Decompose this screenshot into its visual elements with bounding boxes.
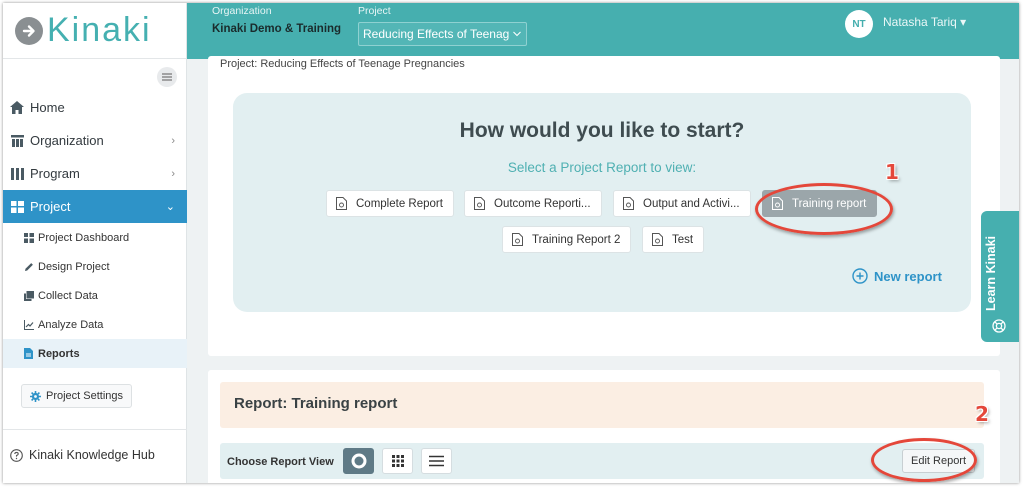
sidebar-item-program[interactable]: Program ›: [3, 157, 187, 190]
grid-icon: [391, 455, 404, 467]
home-icon: [10, 101, 24, 115]
report-button-complete[interactable]: Complete Report: [326, 190, 454, 217]
report-button-training-report-2[interactable]: Training Report 2: [502, 226, 632, 253]
sidebar-subitem-label: Design Project: [38, 260, 110, 273]
report-file-icon: [512, 233, 523, 246]
project-select[interactable]: Reducing Effects of Teenag: [358, 22, 527, 46]
learn-kinaki-tab[interactable]: Learn Kinaki: [981, 211, 1019, 342]
view-grid-button[interactable]: [382, 448, 413, 474]
report-button-test[interactable]: Test: [642, 226, 705, 253]
report-file-icon: [336, 197, 347, 210]
chevron-right-icon: ›: [171, 167, 175, 180]
report-button-output-activities[interactable]: Output and Activi...: [613, 190, 751, 217]
sidebar-subitem-label: Collect Data: [38, 289, 98, 302]
sidebar-item-label: Program: [30, 166, 80, 181]
project-settings-label: Project Settings: [46, 390, 124, 402]
annotation-ellipse-1: [755, 183, 893, 235]
report-file-icon: [652, 233, 663, 246]
knowledge-hub-link[interactable]: Kinaki Knowledge Hub: [10, 448, 155, 462]
new-report-label: New report: [874, 268, 942, 284]
menu-icon: [162, 73, 172, 81]
sidebar-subitem-analyze-data[interactable]: Analyze Data: [3, 310, 187, 339]
view-list-button[interactable]: [421, 448, 452, 474]
dashboard-icon: [23, 232, 34, 243]
sidebar-item-organization[interactable]: Organization ›: [3, 124, 187, 157]
chart-icon: [23, 319, 34, 330]
sidebar-subitem-label: Analyze Data: [38, 318, 104, 331]
sidebar-item-project[interactable]: Project ⌄: [3, 190, 187, 223]
report-file-icon: [474, 197, 485, 210]
report-file-icon: [623, 197, 634, 210]
logo[interactable]: Kinaki: [3, 3, 186, 59]
new-report-button[interactable]: New report: [852, 268, 942, 284]
help-circle-icon: [10, 448, 23, 462]
sidebar-subitem-project-dashboard[interactable]: Project Dashboard: [3, 223, 187, 252]
breadcrumb: Project: Reducing Effects of Teenage Pre…: [220, 58, 465, 70]
top-header: Organization Kinaki Demo & Training Proj…: [187, 3, 1019, 59]
report-button-label: Complete Report: [356, 197, 443, 210]
annotation-number-2: 2: [975, 402, 989, 426]
lifebuoy-icon: [992, 319, 1006, 333]
chevron-down-icon: ⌄: [165, 201, 175, 213]
report-button-outcome[interactable]: Outcome Reporti...: [464, 190, 602, 217]
start-title: How would you like to start?: [459, 119, 745, 142]
chevron-right-icon: ›: [171, 134, 175, 147]
user-menu[interactable]: Natasha Tariq ▾: [883, 15, 966, 29]
view-label: Choose Report View: [227, 456, 334, 468]
program-icon: [10, 167, 24, 181]
start-subtitle: Select a Project Report to view:: [507, 160, 697, 175]
project-select-value: Reducing Effects of Teenag: [363, 27, 510, 41]
report-button-label: Output and Activi...: [643, 197, 740, 210]
organization-label: Organization: [212, 5, 272, 17]
sidebar-item-label: Home: [30, 100, 65, 115]
annotation-ellipse-2: [871, 438, 977, 482]
knowledge-hub-label: Kinaki Knowledge Hub: [29, 448, 155, 462]
report-button-label: Outcome Reporti...: [494, 197, 591, 210]
sidebar-subitem-collect-data[interactable]: Collect Data: [3, 281, 187, 310]
sidebar-divider: [3, 429, 187, 430]
project-label: Project: [358, 5, 391, 17]
report-button-label: Training Report 2: [532, 233, 621, 246]
project-icon: [10, 200, 24, 214]
sidebar: Kinaki Home Organization › Program › Pro…: [3, 3, 187, 483]
logo-arrow-icon: [15, 16, 43, 45]
sidebar-subitem-label: Reports: [38, 347, 80, 360]
sidebar-item-label: Project: [30, 199, 71, 214]
report-view-bar: Choose Report View Edit Report: [220, 443, 984, 479]
gear-icon: [30, 390, 41, 402]
organization-name[interactable]: Kinaki Demo & Training: [212, 23, 341, 35]
view-circle-button[interactable]: [343, 448, 374, 474]
report-icon: [23, 348, 34, 359]
learn-kinaki-label: Learn Kinaki: [984, 235, 998, 311]
chevron-down-icon: [513, 31, 522, 37]
annotation-number-1: 1: [885, 160, 899, 184]
sidebar-collapse-button[interactable]: [157, 67, 177, 87]
sidebar-subitem-reports[interactable]: Reports: [3, 339, 187, 368]
report-title: Report: Training report: [234, 395, 398, 412]
sidebar-item-label: Organization: [30, 133, 104, 148]
list-icon: [429, 455, 444, 467]
plus-circle-icon: [852, 268, 868, 284]
report-button-label: Test: [672, 233, 694, 246]
logo-text: Kinaki: [47, 11, 152, 49]
organization-icon: [10, 134, 24, 148]
sidebar-subitem-label: Project Dashboard: [38, 231, 130, 244]
app-window: Kinaki Home Organization › Program › Pro…: [3, 3, 1019, 483]
project-settings-button[interactable]: Project Settings: [21, 384, 133, 408]
sidebar-subitem-design-project[interactable]: Design Project: [3, 252, 187, 281]
circle-view-icon: [350, 452, 368, 470]
collect-icon: [23, 290, 34, 301]
avatar[interactable]: NT: [845, 10, 873, 38]
report-header: Report: Training report: [220, 382, 984, 428]
pencil-icon: [23, 261, 34, 272]
sidebar-item-home[interactable]: Home: [3, 91, 187, 124]
